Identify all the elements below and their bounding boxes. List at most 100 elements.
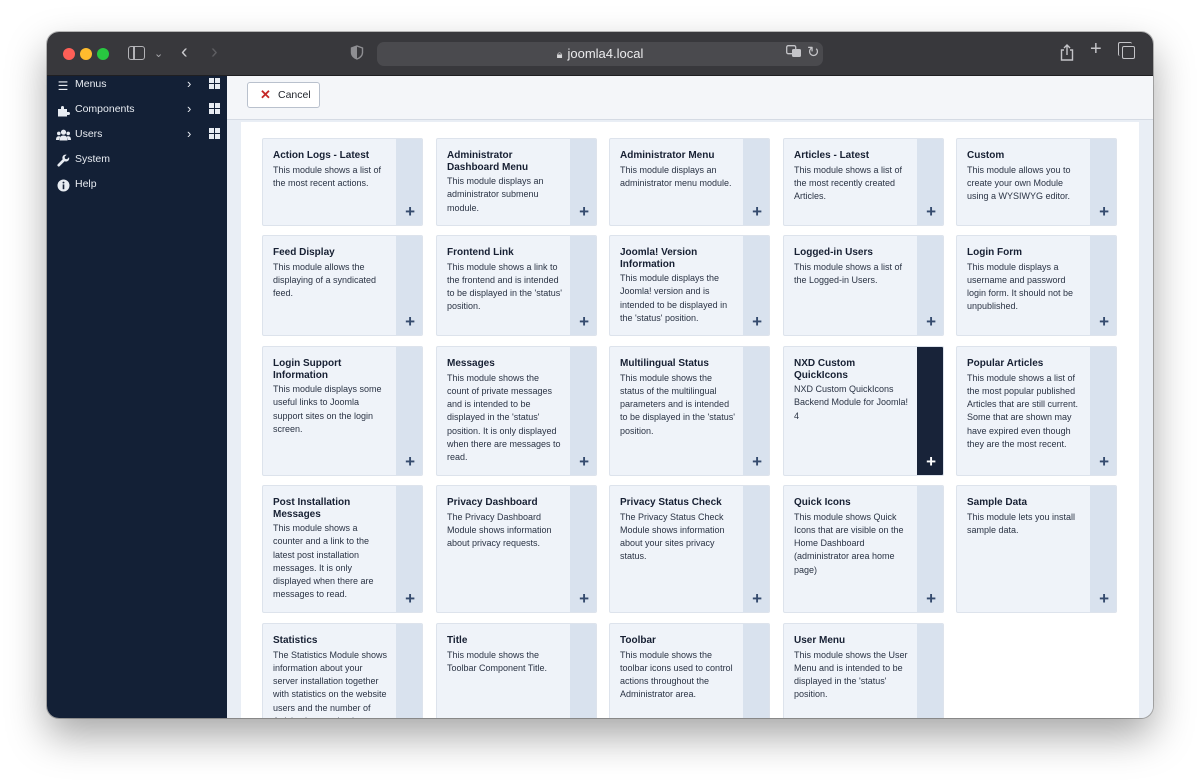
zoom-window-button[interactable] (97, 48, 109, 60)
module-add-strip[interactable]: + (396, 486, 422, 612)
module-add-strip[interactable]: + (570, 486, 596, 612)
close-icon: ✕ (260, 87, 271, 102)
module-card[interactable]: Login Form This module displays a usernam… (956, 235, 1117, 336)
module-add-strip[interactable]: + (396, 347, 422, 475)
plus-icon[interactable]: + (1099, 313, 1109, 330)
module-add-strip[interactable]: + (743, 624, 769, 718)
sidebar-item-menus[interactable]: ☰ Menus › (47, 76, 227, 100)
tab-overview-icon[interactable] (1118, 42, 1135, 59)
chevron-down-icon[interactable]: ⌄ (154, 46, 163, 62)
module-card[interactable]: Action Logs - Latest This module shows a … (262, 138, 423, 226)
module-add-strip[interactable]: + (743, 486, 769, 612)
module-description: This module displays a username and pass… (967, 261, 1074, 312)
module-card[interactable]: Toolbar This module shows the toolbar ico… (609, 623, 770, 718)
plus-icon[interactable]: + (1099, 203, 1109, 220)
chevron-right-icon[interactable]: › (187, 76, 191, 91)
module-card[interactable]: Statistics The Statistics Module shows in… (262, 623, 423, 718)
module-add-strip[interactable]: + (1090, 236, 1116, 335)
module-add-strip[interactable]: + (396, 139, 422, 225)
share-icon[interactable] (1060, 44, 1074, 65)
sidebar-toggle-icon[interactable] (128, 46, 145, 60)
forward-arrow-icon[interactable]: › (211, 42, 218, 62)
module-card[interactable]: Title This module shows the Toolbar Compo… (436, 623, 597, 718)
module-card[interactable]: NXD Custom QuickIcons NXD Custom QuickIco… (783, 346, 944, 476)
module-card[interactable]: Articles - Latest This module shows a lis… (783, 138, 944, 226)
plus-icon[interactable]: + (579, 313, 589, 330)
module-add-strip[interactable]: + (917, 236, 943, 335)
module-add-strip[interactable]: + (570, 236, 596, 335)
module-card[interactable]: Administrator Dashboard Menu This module … (436, 138, 597, 226)
chevron-right-icon[interactable]: › (187, 101, 191, 116)
address-bar[interactable]: 🔒︎ joomla4.local (377, 42, 823, 66)
back-arrow-icon[interactable]: ‹ (181, 42, 188, 62)
plus-icon[interactable]: + (405, 453, 415, 470)
module-add-strip[interactable]: + (743, 347, 769, 475)
module-card[interactable]: Sample Data This module lets you install … (956, 485, 1117, 613)
plus-icon[interactable]: + (926, 453, 936, 470)
module-card[interactable]: Multilingual Status This module shows the… (609, 346, 770, 476)
plus-icon[interactable]: + (579, 203, 589, 220)
module-add-strip[interactable]: + (743, 236, 769, 335)
module-card[interactable]: Privacy Dashboard The Privacy Dashboard M… (436, 485, 597, 613)
close-window-button[interactable] (63, 48, 75, 60)
translate-icon[interactable] (786, 45, 802, 61)
plus-icon[interactable]: + (926, 313, 936, 330)
module-card[interactable]: Messages This module shows the count of p… (436, 346, 597, 476)
module-card-body: Administrator Dashboard Menu This module … (447, 150, 563, 215)
module-card[interactable]: User Menu This module shows the User Menu… (783, 623, 944, 718)
cancel-button[interactable]: ✕ Cancel (247, 82, 320, 108)
plus-icon[interactable]: + (926, 590, 936, 607)
module-add-strip[interactable]: + (917, 486, 943, 612)
module-add-strip[interactable]: + (396, 236, 422, 335)
plus-icon[interactable]: + (405, 590, 415, 607)
plus-icon[interactable]: + (1099, 453, 1109, 470)
module-card[interactable]: Frontend Link This module shows a link to… (436, 235, 597, 336)
dashboard-grid-icon[interactable] (209, 78, 220, 89)
module-add-strip[interactable]: + (917, 347, 943, 475)
module-card[interactable]: Administrator Menu This module displays a… (609, 138, 770, 226)
module-card[interactable]: Popular Articles This module shows a list… (956, 346, 1117, 476)
plus-icon[interactable]: + (405, 203, 415, 220)
module-add-strip[interactable]: + (570, 347, 596, 475)
module-card[interactable]: Login Support Information This module dis… (262, 346, 423, 476)
module-card[interactable]: Post Installation Messages This module sh… (262, 485, 423, 613)
reload-icon[interactable]: ↻ (807, 43, 820, 61)
plus-icon[interactable]: + (579, 453, 589, 470)
minimize-window-button[interactable] (80, 48, 92, 60)
plus-icon[interactable]: + (579, 590, 589, 607)
module-description: This module shows a list of the most rec… (273, 164, 382, 188)
plus-icon[interactable]: + (752, 203, 762, 220)
module-card-body: Joomla! Version Information This module d… (620, 247, 736, 325)
plus-icon[interactable]: + (1099, 590, 1109, 607)
module-add-strip[interactable]: + (1090, 347, 1116, 475)
sidebar-item-users[interactable]: Users › (47, 126, 227, 150)
module-add-strip[interactable]: + (917, 139, 943, 225)
dashboard-grid-icon[interactable] (209, 128, 220, 139)
chevron-right-icon[interactable]: › (187, 126, 191, 141)
module-add-strip[interactable]: + (917, 624, 943, 718)
module-add-strip[interactable]: + (1090, 486, 1116, 612)
module-add-strip[interactable]: + (396, 624, 422, 718)
plus-icon[interactable]: + (752, 453, 762, 470)
module-card[interactable]: Privacy Status Check The Privacy Status C… (609, 485, 770, 613)
module-title: Logged-in Users (794, 247, 873, 258)
plus-icon[interactable]: + (752, 590, 762, 607)
module-card[interactable]: Custom This module allows you to create y… (956, 138, 1117, 226)
sidebar-item-system[interactable]: System (47, 151, 227, 175)
module-add-strip[interactable]: + (743, 139, 769, 225)
plus-icon[interactable]: + (405, 313, 415, 330)
module-add-strip[interactable]: + (570, 139, 596, 225)
module-card[interactable]: Joomla! Version Information This module d… (609, 235, 770, 336)
new-tab-icon[interactable]: + (1090, 39, 1102, 59)
sidebar-item-help[interactable]: Help (47, 176, 227, 200)
plus-icon[interactable]: + (752, 313, 762, 330)
plus-icon[interactable]: + (926, 203, 936, 220)
module-add-strip[interactable]: + (570, 624, 596, 718)
module-card[interactable]: Feed Display This module allows the displ… (262, 235, 423, 336)
dashboard-grid-icon[interactable] (209, 103, 220, 114)
shield-icon[interactable] (350, 45, 364, 64)
module-card[interactable]: Quick Icons This module shows Quick Icons… (783, 485, 944, 613)
sidebar-item-components[interactable]: Components › (47, 101, 227, 125)
module-card[interactable]: Logged-in Users This module shows a list … (783, 235, 944, 336)
module-add-strip[interactable]: + (1090, 139, 1116, 225)
